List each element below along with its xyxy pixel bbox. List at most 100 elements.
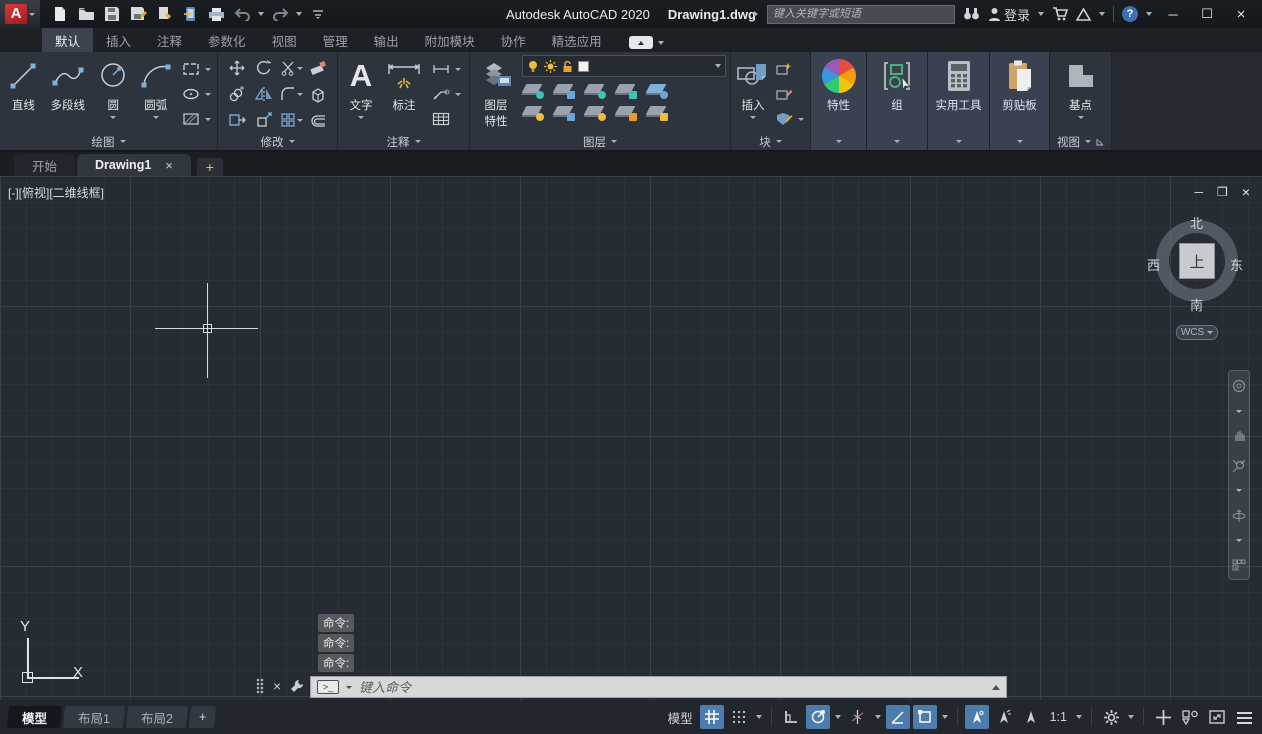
panel-layers-footer[interactable]: 图层 <box>470 133 730 150</box>
application-menu-button[interactable]: A <box>0 0 40 28</box>
workspace-dropdown-icon[interactable] <box>1126 705 1136 729</box>
ribbon-tab-parametric[interactable]: 参数化 <box>195 28 259 52</box>
redo-dropdown-icon[interactable] <box>296 12 302 16</box>
text-dropdown-icon[interactable] <box>358 116 364 119</box>
panel-clipboard-footer[interactable] <box>990 133 1049 150</box>
viewcube-north[interactable]: 北 <box>1190 213 1203 232</box>
ribbon-minimize-dropdown-icon[interactable] <box>658 41 664 45</box>
trim-icon[interactable] <box>278 55 305 81</box>
leader-dropdown-icon[interactable] <box>455 93 461 96</box>
file-tab-drawing1[interactable]: Drawing1 × <box>77 154 191 176</box>
help-dropdown-icon[interactable] <box>1146 12 1152 16</box>
file-tab-start[interactable]: 开始 <box>14 154 75 176</box>
hatch-dropdown-icon[interactable] <box>205 118 211 121</box>
ribbon-tab-view[interactable]: 视图 <box>259 28 310 52</box>
save-icon[interactable] <box>102 4 122 24</box>
new-drawing-tab-button[interactable]: + <box>197 158 223 176</box>
panel-block-footer[interactable]: 块 <box>731 133 810 150</box>
isodraft-dropdown-icon[interactable] <box>873 705 883 729</box>
redo-icon[interactable] <box>270 4 290 24</box>
ribbon-tab-default[interactable]: 默认 <box>42 28 93 52</box>
customization-menu-button[interactable] <box>1232 705 1256 729</box>
command-line[interactable]: >_ <box>310 676 1007 698</box>
panel-annotate-footer[interactable]: 注释 <box>338 133 469 150</box>
layer-freeze-icon[interactable] <box>584 81 606 99</box>
layer-unisolate-icon[interactable] <box>553 103 575 121</box>
scale-icon[interactable] <box>251 107 278 133</box>
isolate-objects-button[interactable] <box>1178 705 1202 729</box>
search-binoculars-icon[interactable] <box>963 7 980 21</box>
ellipse-dropdown-icon[interactable] <box>205 93 211 96</box>
open-folder-icon[interactable] <box>76 4 96 24</box>
command-prompt-dropdown-icon[interactable] <box>346 686 352 689</box>
navigation-bar[interactable] <box>1228 370 1250 580</box>
layer-isolate-icon[interactable] <box>553 81 575 99</box>
table-icon[interactable] <box>430 108 452 130</box>
command-dock-grip[interactable] <box>256 678 264 694</box>
block-editor-icon[interactable] <box>773 108 795 130</box>
layer-make-current-icon[interactable] <box>646 81 668 99</box>
drawing-close-button[interactable]: × <box>1242 184 1250 200</box>
trim-dropdown-icon[interactable] <box>297 67 303 70</box>
panel-utilities-footer[interactable] <box>928 133 989 150</box>
edit-attributes-icon[interactable] <box>773 83 795 105</box>
hatch-icon[interactable] <box>180 108 202 130</box>
viewcube-west[interactable]: 西 <box>1147 255 1160 274</box>
signin-dropdown-icon[interactable] <box>1038 12 1044 16</box>
autodesk-dropdown-icon[interactable] <box>1099 12 1105 16</box>
help-search-input[interactable] <box>767 5 955 24</box>
command-close-icon[interactable]: × <box>273 678 281 694</box>
base-view-button[interactable]: 基点 <box>1055 55 1107 133</box>
ribbon-tab-output[interactable]: 输出 <box>361 28 412 52</box>
line-button[interactable]: 直线 <box>4 55 43 133</box>
new-layout-button[interactable]: + <box>189 706 217 728</box>
array-dropdown-icon[interactable] <box>297 119 303 122</box>
explode-icon[interactable] <box>305 81 332 107</box>
utilities-button[interactable]: 实用工具 <box>932 55 985 133</box>
panel-draw-footer[interactable]: 绘图 <box>0 133 217 150</box>
rectangle-dropdown-icon[interactable] <box>205 68 211 71</box>
isodraft-toggle[interactable] <box>846 705 870 729</box>
app-store-cart-icon[interactable] <box>1052 7 1068 21</box>
search-collapse-icon[interactable] <box>754 11 758 17</box>
viewcube-top-face[interactable]: 上 <box>1179 243 1215 279</box>
plot-web-icon[interactable] <box>154 4 174 24</box>
ribbon-tab-addins[interactable]: 附加模块 <box>412 28 488 52</box>
ellipse-icon[interactable] <box>180 83 202 105</box>
save-as-icon[interactable] <box>128 4 148 24</box>
undo-icon[interactable] <box>232 4 252 24</box>
arc-dropdown-icon[interactable] <box>153 116 159 119</box>
sign-in-button[interactable]: 登录 <box>988 5 1030 24</box>
polar-dropdown-icon[interactable] <box>833 705 843 729</box>
create-block-icon[interactable] <box>773 58 795 80</box>
leader-icon[interactable] <box>430 83 452 105</box>
group-button[interactable]: 组 <box>874 55 920 133</box>
linear-dimension-dropdown-icon[interactable] <box>455 68 461 71</box>
offset-icon[interactable] <box>305 107 332 133</box>
viewport-controls[interactable]: [-][俯视][二维线框] <box>8 184 104 201</box>
array-icon[interactable] <box>278 107 305 133</box>
upload-mobile-icon[interactable] <box>180 4 200 24</box>
layer-thaw-icon[interactable] <box>584 103 606 121</box>
fillet-dropdown-icon[interactable] <box>297 93 303 96</box>
ribbon-tab-annotate[interactable]: 注释 <box>144 28 195 52</box>
print-icon[interactable] <box>206 4 226 24</box>
wcs-button[interactable]: WCS <box>1176 325 1218 340</box>
command-history-expand-icon[interactable] <box>992 685 1000 690</box>
panel-groups-footer[interactable] <box>867 133 927 150</box>
new-file-icon[interactable] <box>50 4 70 24</box>
window-close-button[interactable]: × <box>1228 4 1254 24</box>
properties-button[interactable]: 特性 <box>816 55 862 133</box>
circle-dropdown-icon[interactable] <box>110 116 116 119</box>
annotation-scale-dropdown-icon[interactable] <box>1074 705 1084 729</box>
ribbon-minimize-button[interactable] <box>629 36 653 49</box>
ribbon-tab-manage[interactable]: 管理 <box>310 28 361 52</box>
annotation-autoscale-toggle[interactable] <box>1019 705 1043 729</box>
object-snap-dropdown-icon[interactable] <box>940 705 950 729</box>
insert-block-button[interactable]: 插入 <box>735 55 771 133</box>
object-snap-tracking-toggle[interactable] <box>886 705 910 729</box>
help-icon[interactable]: ? <box>1122 6 1138 22</box>
workspace-gear-icon[interactable] <box>1099 705 1123 729</box>
erase-icon[interactable] <box>305 55 332 81</box>
ribbon-tab-collaborate[interactable]: 协作 <box>488 28 539 52</box>
